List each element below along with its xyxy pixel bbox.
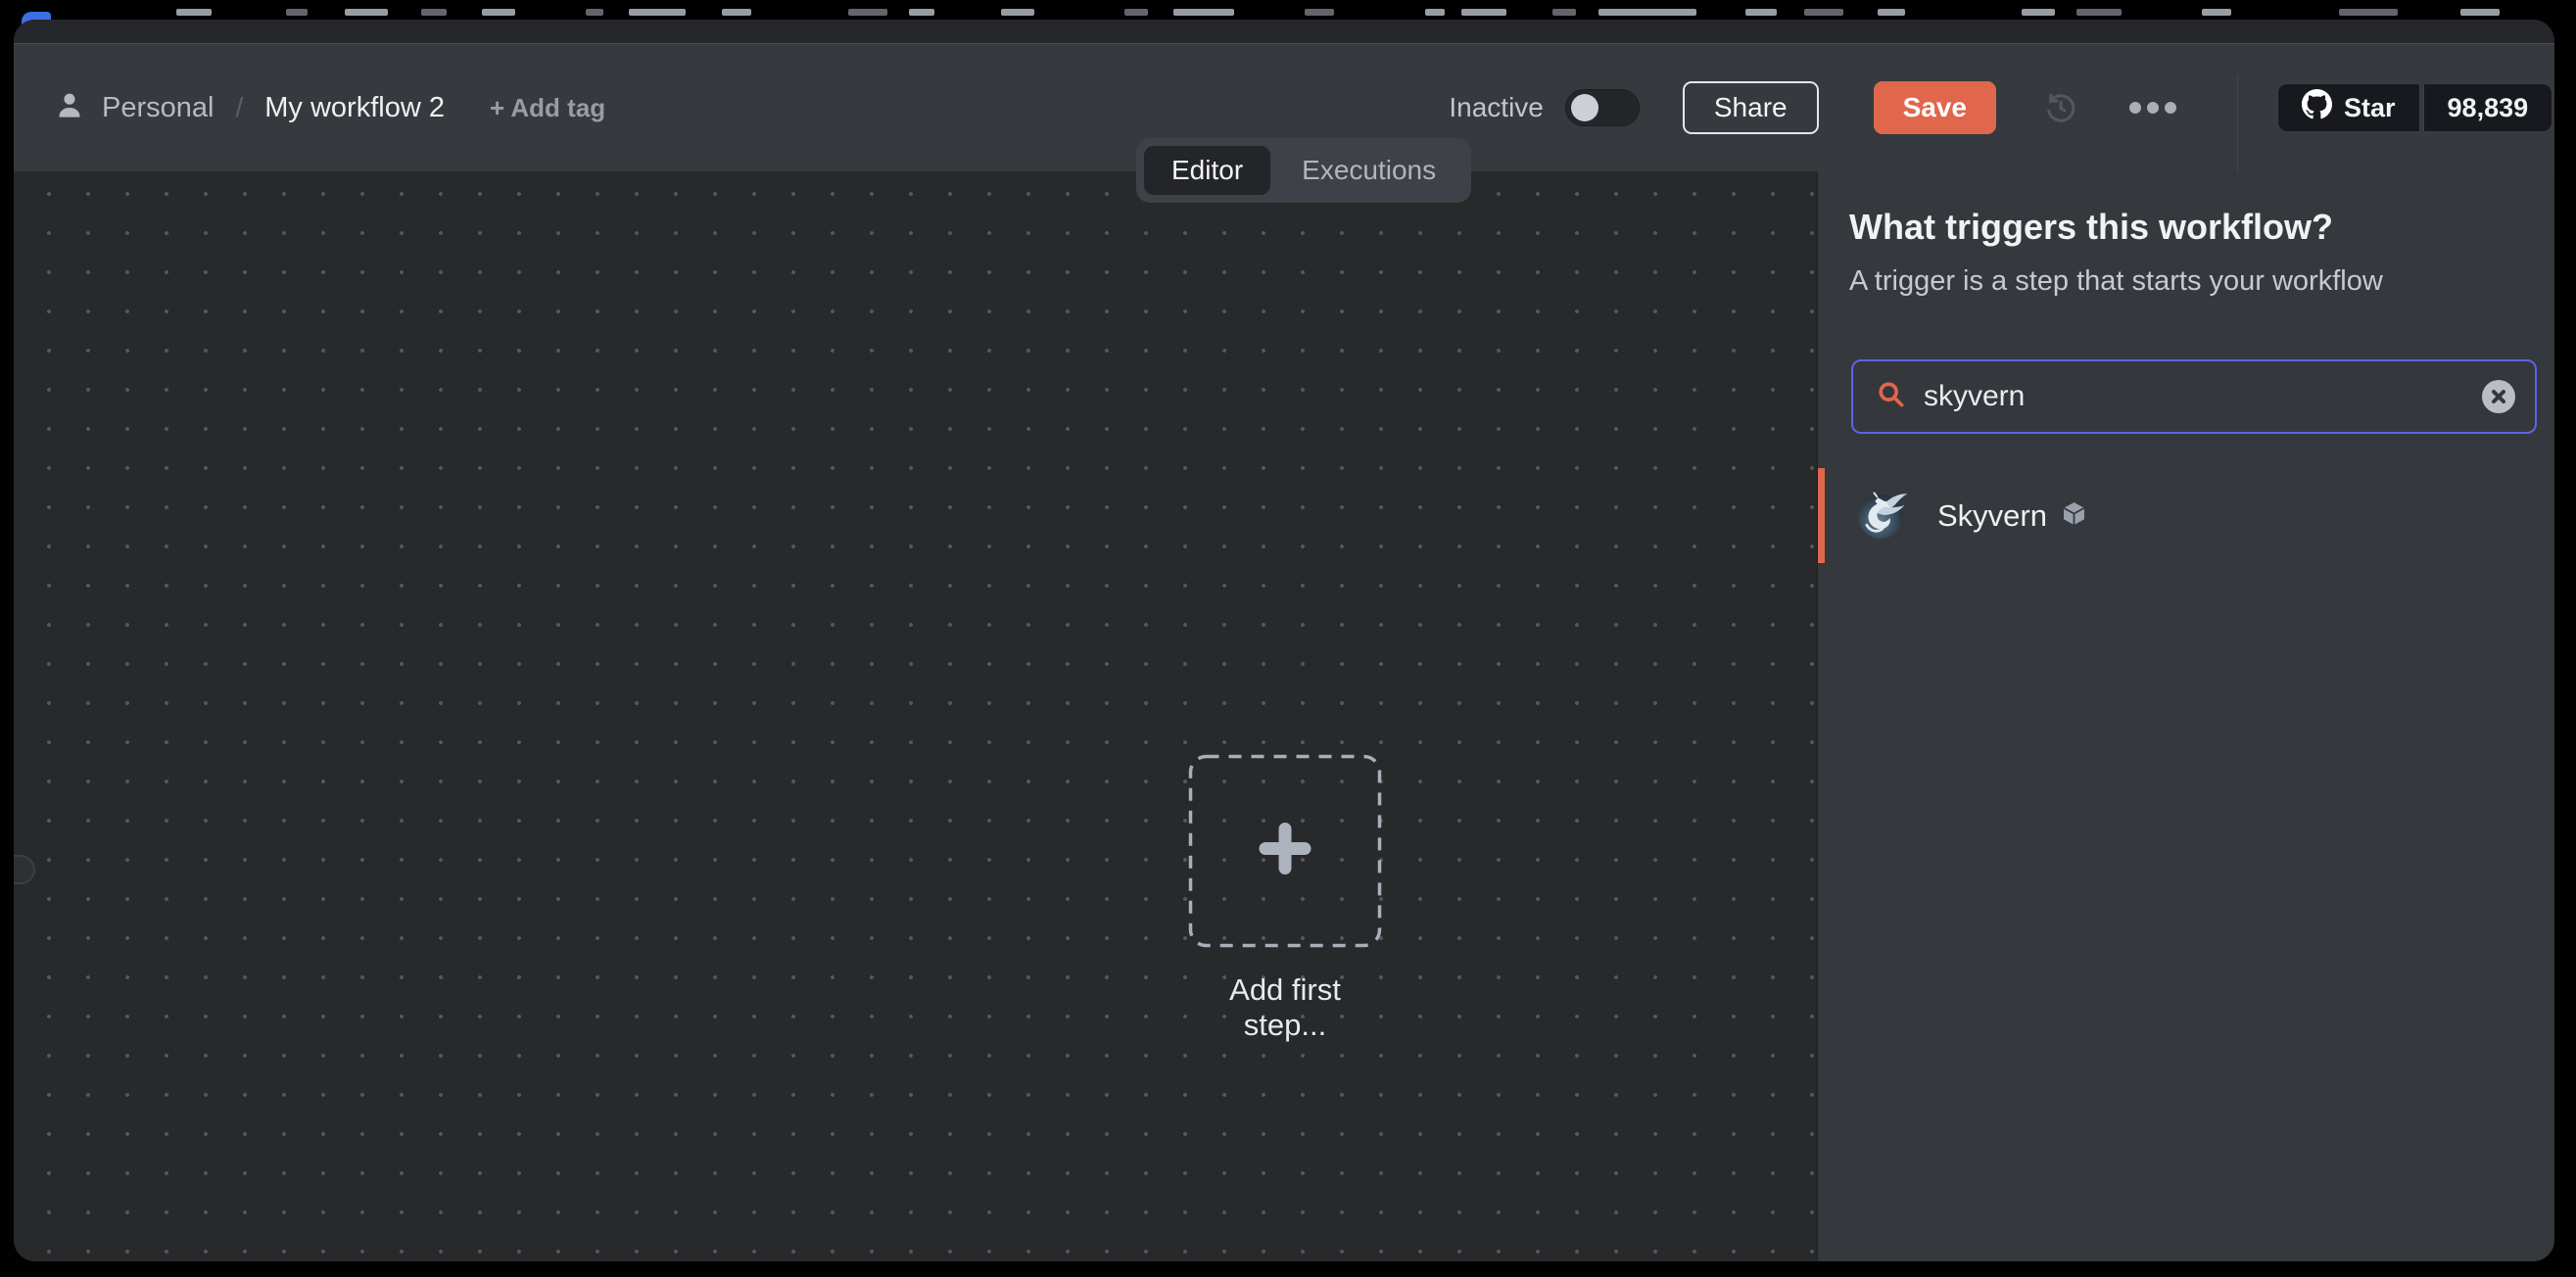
github-icon — [2302, 89, 2332, 126]
more-options-icon[interactable] — [2129, 102, 2176, 114]
node-search-box — [1851, 359, 2537, 434]
browser-tab-fragment — [2076, 9, 2122, 16]
skyvern-logo-icon — [1851, 484, 1910, 547]
community-node-icon — [2061, 500, 2087, 532]
breadcrumb-separator: / — [235, 92, 243, 123]
add-first-step-button[interactable] — [1188, 754, 1382, 948]
browser-tab-fragment — [848, 9, 887, 16]
node-result-name: Skyvern — [1937, 498, 2047, 534]
browser-tab-fragment — [2460, 9, 2500, 16]
clear-search-icon[interactable] — [2482, 380, 2515, 413]
trigger-panel: What triggers this workflow? A trigger i… — [1817, 171, 2554, 1261]
browser-tab-fragment — [176, 9, 212, 16]
browser-tab-fragment — [1552, 9, 1576, 16]
browser-tab-fragment — [2339, 9, 2398, 16]
panel-title: What triggers this workflow? — [1849, 207, 2333, 248]
browser-tab-fragment — [1124, 9, 1148, 16]
workflow-title[interactable]: My workflow 2 — [264, 92, 445, 124]
browser-tab-fragment — [1804, 9, 1843, 16]
browser-tab-fragment — [586, 9, 603, 16]
browser-tab-fragment — [482, 9, 515, 16]
breadcrumb: Personal / My workflow 2 + Add tag — [53, 44, 605, 171]
tab-editor[interactable]: Editor — [1144, 146, 1270, 195]
browser-tab-fragment — [629, 9, 686, 16]
sidebar-collapse-handle[interactable] — [14, 855, 35, 884]
history-icon[interactable] — [2039, 86, 2082, 129]
add-tag-button[interactable]: + Add tag — [490, 93, 605, 123]
browser-tab-fragment — [286, 9, 308, 16]
search-icon — [1875, 378, 1908, 416]
node-result-skyvern[interactable]: Skyvern — [1818, 468, 2554, 563]
browser-tab-fragment — [1173, 9, 1234, 16]
share-button[interactable]: Share — [1683, 81, 1819, 134]
browser-tab-fragment — [1425, 9, 1445, 16]
browser-tab-fragment — [1878, 9, 1905, 16]
browser-tab-fragment — [909, 9, 934, 16]
browser-tabstrip-remnant — [14, 20, 2554, 43]
app-window: Personal / My workflow 2 + Add tag Inact… — [14, 20, 2554, 1261]
browser-tab-fragment — [2202, 9, 2231, 16]
person-icon — [53, 89, 86, 127]
save-button[interactable]: Save — [1874, 81, 1996, 134]
github-star-label: Star — [2344, 93, 2396, 123]
add-first-step-label: Add first step... — [1188, 972, 1382, 1043]
github-star-widget: Star 98,839 — [2277, 83, 2552, 132]
github-star-button[interactable]: Star — [2277, 83, 2420, 132]
view-tabs: Editor Executions — [1136, 138, 1471, 203]
search-input[interactable] — [1908, 361, 2482, 432]
browser-tab-fragment — [345, 9, 388, 16]
breadcrumb-project[interactable]: Personal — [102, 92, 214, 124]
plus-icon — [1258, 822, 1312, 881]
browser-tab-fragment — [421, 9, 447, 16]
header-actions: Inactive Share Save — [1449, 44, 2176, 171]
browser-tab-fragment — [1305, 9, 1334, 16]
activation-toggle[interactable] — [1565, 89, 1640, 126]
panel-subtitle: A trigger is a step that starts your wor… — [1849, 265, 2383, 298]
browser-tab-fragment — [2022, 9, 2055, 16]
tab-executions[interactable]: Executions — [1274, 146, 1463, 195]
browser-tab-fragment — [1598, 9, 1696, 16]
browser-tab-fragment — [1461, 9, 1506, 16]
github-star-count[interactable]: 98,839 — [2423, 83, 2553, 132]
browser-tab-fragment — [1745, 9, 1777, 16]
result-accent-bar — [1818, 468, 1825, 563]
workflow-canvas[interactable]: Add first step... — [14, 171, 1817, 1261]
browser-tab-fragment — [722, 9, 751, 16]
activation-status-label: Inactive — [1449, 92, 1544, 123]
toggle-knob — [1571, 94, 1598, 121]
browser-tab-fragment — [1001, 9, 1034, 16]
